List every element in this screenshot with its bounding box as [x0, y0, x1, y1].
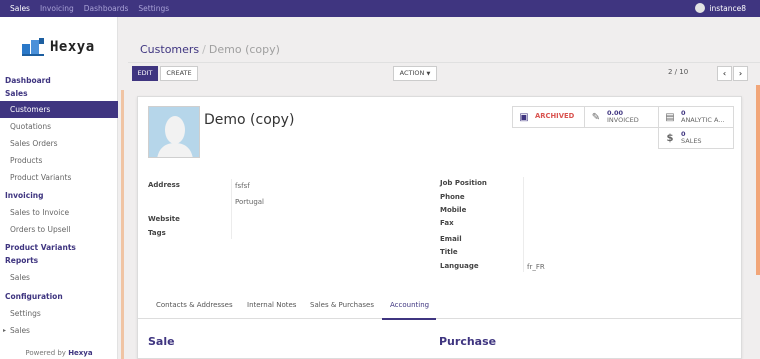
purchase-section-title: Purchase: [439, 335, 497, 348]
active-tab-indicator: [382, 318, 436, 320]
tab-contacts-addresses[interactable]: Contacts & Addresses: [156, 301, 233, 309]
language-value[interactable]: fr_FR: [527, 263, 545, 271]
sales-stat: 0 SALES: [681, 130, 702, 146]
archived-label: ARCHIVED: [535, 112, 575, 121]
sidebar-item-config-sales-label: Sales: [10, 326, 30, 335]
pager-value: 2 / 10: [668, 68, 689, 76]
phone-label: Phone: [440, 193, 465, 201]
scrollbar[interactable]: [756, 85, 760, 275]
create-button[interactable]: CREATE: [160, 66, 198, 81]
breadcrumb: Customers / Demo (copy): [140, 43, 280, 56]
menu-sales-header: Sales: [5, 89, 28, 98]
sidebar-item-reports-sales[interactable]: Sales: [0, 269, 118, 286]
form-sheet: Demo (copy) ▣ ARCHIVED ✎ 0.00 INVOICED ▤…: [137, 96, 742, 359]
sidebar-item-settings[interactable]: Settings: [0, 305, 118, 322]
edit-button[interactable]: EDIT: [132, 66, 158, 81]
sidebar-item-config-sales[interactable]: ▸ Sales: [0, 322, 118, 339]
analytic-stat: 0 ANALYTIC A...: [681, 109, 725, 125]
menu-invoicing-header: Invoicing: [5, 191, 44, 200]
address-country[interactable]: Portugal: [235, 198, 264, 206]
powered-by: Powered by Hexya: [0, 349, 118, 357]
hexya-logo-icon: [22, 38, 44, 56]
tab-internal-notes[interactable]: Internal Notes: [247, 301, 296, 309]
pencil-square-icon: ✎: [591, 111, 601, 123]
caret-down-icon: ▼: [426, 71, 431, 77]
invoiced-button[interactable]: ✎ 0.00 INVOICED: [584, 106, 659, 128]
fax-label: Fax: [440, 219, 454, 227]
breadcrumb-customers[interactable]: Customers: [140, 43, 199, 56]
sidebar-item-sales-orders[interactable]: Sales Orders: [0, 135, 118, 152]
sidebar-item-sales-to-invoice[interactable]: Sales to Invoice: [0, 204, 118, 221]
mobile-label: Mobile: [440, 206, 467, 214]
sale-section-title: Sale: [148, 335, 175, 348]
field-column-divider-right: [523, 177, 524, 272]
action-dropdown[interactable]: ACTION ▼: [393, 66, 437, 81]
menu-dashboard[interactable]: Dashboard: [0, 74, 118, 87]
topnav-dashboards[interactable]: Dashboards: [84, 3, 129, 14]
partner-name[interactable]: Demo (copy): [204, 112, 294, 128]
caret-right-icon: ▸: [3, 327, 7, 334]
user-avatar: [695, 3, 706, 13]
tags-label: Tags: [148, 229, 166, 237]
menu-product-variants-header[interactable]: Product Variants: [0, 241, 118, 254]
invoiced-label: INVOICED: [607, 116, 639, 124]
pager-next[interactable]: ›: [733, 66, 748, 81]
control-panel-divider: [128, 62, 760, 63]
sidebar-item-quotations[interactable]: Quotations: [0, 118, 118, 135]
action-label: ACTION: [399, 69, 425, 77]
title-label: Title: [440, 248, 458, 256]
powered-by-prefix: Powered by: [25, 349, 66, 357]
pager-previous[interactable]: ‹: [717, 66, 732, 81]
language-label: Language: [440, 262, 479, 270]
brand-logo[interactable]: Hexya: [22, 38, 95, 56]
top-nav: Sales Invoicing Dashboards Settings: [10, 3, 169, 14]
email-label: Email: [440, 235, 462, 243]
accent-strip: [121, 90, 124, 359]
partner-image[interactable]: [148, 106, 200, 158]
dollar-icon: $: [666, 132, 674, 144]
chevron-left-icon: ‹: [722, 69, 727, 78]
sidebar-item-orders-to-upsell[interactable]: Orders to Upsell: [0, 221, 118, 238]
breadcrumb-current: Demo (copy): [208, 43, 280, 56]
powered-by-brand[interactable]: Hexya: [68, 349, 92, 357]
book-icon: ▤: [665, 111, 675, 123]
sidebar-item-product-variants[interactable]: Product Variants: [0, 169, 118, 186]
address-label: Address: [148, 181, 180, 189]
address-street[interactable]: fsfsf: [235, 182, 250, 190]
user-name: instance8: [709, 3, 746, 13]
user-menu[interactable]: instance8: [695, 3, 746, 13]
topnav-sales[interactable]: Sales: [10, 3, 30, 14]
sidebar-item-customers[interactable]: Customers: [0, 101, 118, 118]
analytic-button[interactable]: ▤ 0 ANALYTIC A...: [658, 106, 734, 128]
invoiced-stat: 0.00 INVOICED: [607, 109, 639, 125]
sidebar-menu: Dashboard Sales Customers Quotations Sal…: [0, 72, 118, 339]
tab-sales-purchases[interactable]: Sales & Purchases: [310, 301, 374, 309]
analytic-label: ANALYTIC A...: [681, 116, 725, 124]
notebook-tabs: Contacts & Addresses Internal Notes Sale…: [138, 295, 741, 320]
sales-label: SALES: [681, 137, 702, 145]
archive-icon: ▣: [519, 111, 529, 123]
menu-reports-header: Reports: [5, 256, 39, 265]
topnav-settings[interactable]: Settings: [138, 3, 169, 14]
sidebar: Hexya Dashboard Sales Customers Quotatio…: [0, 17, 118, 359]
archived-button[interactable]: ▣ ARCHIVED: [512, 106, 585, 128]
sales-stat-button[interactable]: $ 0 SALES: [658, 127, 734, 149]
sidebar-item-products[interactable]: Products: [0, 152, 118, 169]
breadcrumb-separator: /: [202, 43, 206, 56]
person-silhouette-icon: [157, 116, 193, 157]
top-navbar: Sales Invoicing Dashboards Settings inst…: [0, 0, 760, 17]
job-position-label: Job Position: [440, 179, 487, 187]
topnav-invoicing[interactable]: Invoicing: [40, 3, 74, 14]
website-label: Website: [148, 215, 180, 223]
tab-accounting[interactable]: Accounting: [390, 301, 429, 309]
chevron-right-icon: ›: [738, 69, 743, 78]
smart-buttons: ▣ ARCHIVED ✎ 0.00 INVOICED ▤ 0 ANALYTIC …: [512, 106, 734, 149]
brand-name: Hexya: [50, 39, 95, 55]
menu-configuration-header: Configuration: [5, 292, 63, 301]
field-column-divider: [231, 179, 232, 239]
